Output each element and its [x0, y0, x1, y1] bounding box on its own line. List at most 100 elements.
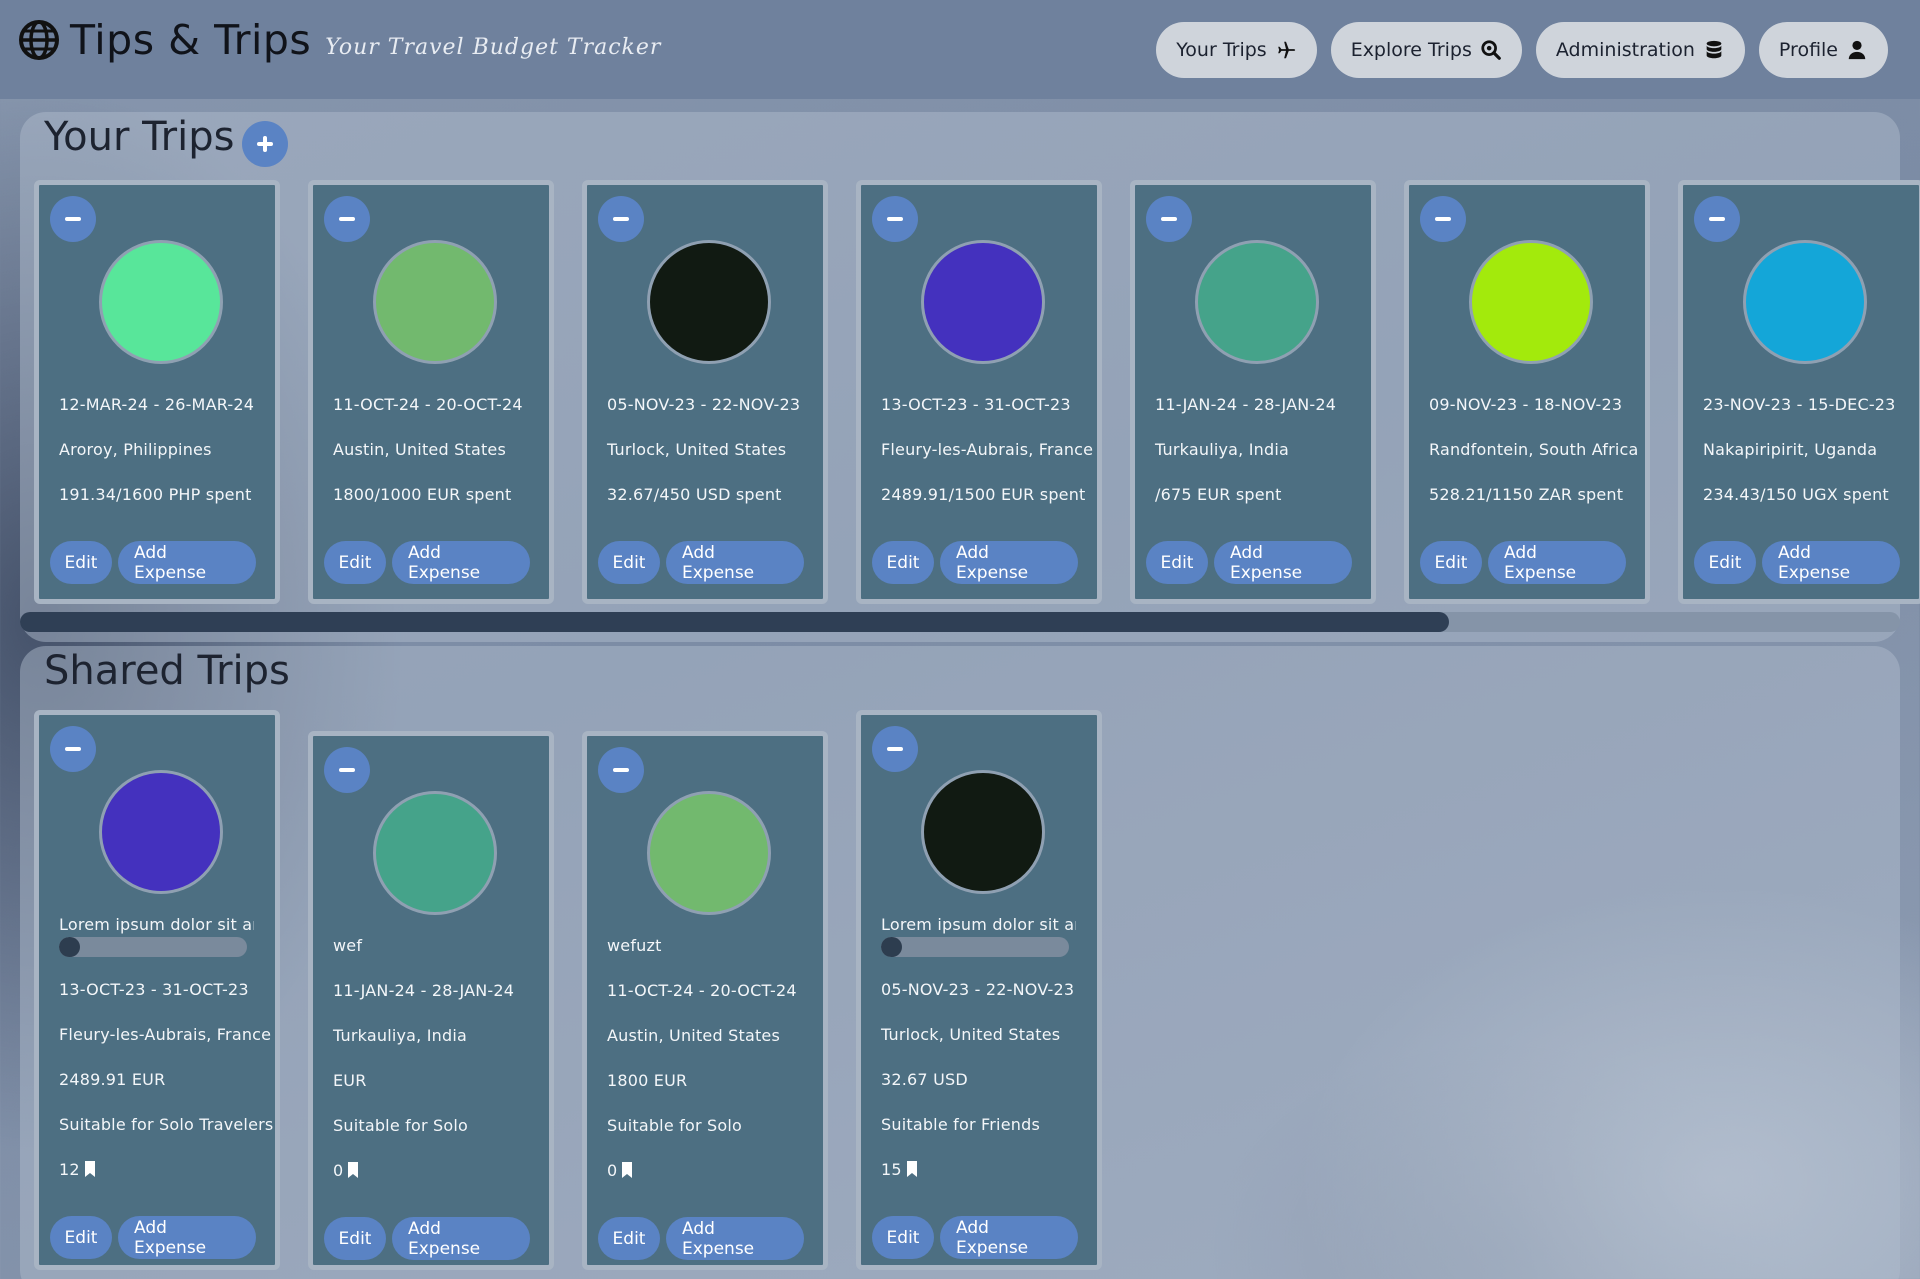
card-actions: Edit Add Expense	[1146, 541, 1352, 584]
your-trips-title: Your Trips	[44, 114, 235, 160]
nav-profile-button[interactable]: Profile	[1758, 22, 1888, 78]
add-expense-button[interactable]: Add Expense	[118, 1216, 256, 1259]
edit-trip-button[interactable]: Edit	[324, 1217, 386, 1260]
trip-dates: 13-OCT-23 - 31-OCT-23	[59, 980, 249, 999]
budget-progress-bar	[881, 937, 1069, 957]
remove-trip-button[interactable]	[1420, 196, 1466, 242]
nav-explore-trips-button[interactable]: Explore Trips	[1330, 22, 1522, 78]
add-expense-button[interactable]: Add Expense	[392, 541, 530, 584]
minus-icon	[1435, 217, 1451, 221]
trip-description: wef	[333, 936, 363, 955]
minus-icon	[1161, 217, 1177, 221]
trip-card: 13-OCT-23 - 31-OCT-23 Fleury-les-Aubrais,…	[856, 180, 1102, 604]
edit-trip-button[interactable]: Edit	[50, 541, 112, 584]
trip-suitability: Suitable for Solo	[607, 1116, 743, 1135]
add-expense-button[interactable]: Add Expense	[1488, 541, 1626, 584]
card-actions: Edit Add Expense	[598, 541, 804, 584]
add-expense-button[interactable]: Add Expense	[392, 1217, 530, 1260]
trip-color-swatch	[99, 770, 223, 894]
trip-location: Austin, United States	[333, 440, 506, 459]
trip-spent: 1800/1000 EUR spent	[333, 485, 512, 504]
card-actions: Edit Add Expense	[598, 1217, 804, 1260]
nav-your-trips-button[interactable]: Your Trips	[1156, 22, 1317, 78]
add-expense-button[interactable]: Add Expense	[1762, 541, 1900, 584]
bookmark-icon[interactable]	[84, 1161, 96, 1177]
minus-icon	[613, 217, 629, 221]
add-expense-button[interactable]: Add Expense	[940, 1216, 1078, 1259]
card-actions: Edit Add Expense	[50, 541, 256, 584]
trip-color-swatch	[921, 770, 1045, 894]
plane-icon	[1277, 41, 1295, 59]
edit-trip-button[interactable]: Edit	[872, 1216, 934, 1259]
nav-profile-label: Profile	[1778, 39, 1838, 61]
card-actions: Edit Add Expense	[324, 541, 530, 584]
nav-administration-button[interactable]: Administration	[1535, 22, 1745, 78]
nav-explore-trips-label: Explore Trips	[1350, 39, 1472, 61]
trip-card: 12-MAR-24 - 26-MAR-24 Aroroy, Philippines…	[34, 180, 280, 604]
edit-trip-button[interactable]: Edit	[598, 1217, 660, 1260]
shared-trip-card: Lorem ipsum dolor sit amet 05-NOV-23 - 22…	[856, 710, 1102, 1270]
remove-trip-button[interactable]	[598, 196, 644, 242]
add-trip-button[interactable]	[242, 121, 288, 167]
bookmark-icon[interactable]	[906, 1161, 918, 1177]
trip-color-swatch	[1195, 240, 1319, 364]
nav-administration-label: Administration	[1555, 39, 1695, 61]
trip-card: 11-JAN-24 - 28-JAN-24 Turkauliya, India/6…	[1130, 180, 1376, 604]
remove-trip-button[interactable]	[324, 747, 370, 793]
trip-spent: 2489.91/1500 EUR spent	[881, 485, 1086, 504]
trip-dates: 11-OCT-24 - 20-OCT-24	[333, 395, 523, 414]
bookmark-count-value: 15	[881, 1160, 902, 1179]
remove-trip-button[interactable]	[324, 196, 370, 242]
add-expense-button[interactable]: Add Expense	[940, 541, 1078, 584]
trip-card: 23-NOV-23 - 15-DEC-23 Nakapiripirit, Ugan…	[1678, 180, 1920, 604]
search-icon	[1481, 40, 1501, 60]
trip-dates: 05-NOV-23 - 22-NOV-23	[607, 395, 801, 414]
trip-dates: 11-OCT-24 - 20-OCT-24	[607, 981, 797, 1000]
trip-suitability: Suitable for Friends	[881, 1115, 1040, 1134]
edit-trip-button[interactable]: Edit	[324, 541, 386, 584]
edit-trip-button[interactable]: Edit	[1420, 541, 1482, 584]
trip-color-swatch	[1743, 240, 1867, 364]
add-expense-button[interactable]: Add Expense	[666, 1217, 804, 1260]
trip-amount: 32.67 USD	[881, 1070, 968, 1089]
add-expense-button[interactable]: Add Expense	[666, 541, 804, 584]
card-actions: Edit Add Expense	[872, 541, 1078, 584]
remove-trip-button[interactable]	[598, 747, 644, 793]
budget-progress-bar	[59, 937, 247, 957]
add-expense-button[interactable]: Add Expense	[118, 541, 256, 584]
your-trips-scrollbar[interactable]	[20, 612, 1900, 632]
remove-trip-button[interactable]	[872, 726, 918, 772]
remove-trip-button[interactable]	[1694, 196, 1740, 242]
remove-trip-button[interactable]	[50, 196, 96, 242]
bookmark-icon[interactable]	[347, 1162, 359, 1178]
edit-trip-button[interactable]: Edit	[598, 541, 660, 584]
budget-progress-fill	[59, 937, 80, 957]
edit-trip-button[interactable]: Edit	[872, 541, 934, 584]
edit-trip-button[interactable]: Edit	[1146, 541, 1208, 584]
shared-trip-card: wef 11-JAN-24 - 28-JAN-24 Turkauliya, Indi…	[308, 731, 554, 1270]
brand[interactable]: Tips & Trips Your Travel Budget Tracker	[18, 16, 661, 64]
budget-progress-fill	[881, 937, 902, 957]
trip-card: 11-OCT-24 - 20-OCT-24 Austin, United Stat…	[308, 180, 554, 604]
trip-location: Austin, United States	[607, 1026, 780, 1045]
card-actions: Edit Add Expense	[1420, 541, 1626, 584]
trip-dates: 11-JAN-24 - 28-JAN-24	[333, 981, 515, 1000]
add-expense-button[interactable]: Add Expense	[1214, 541, 1352, 584]
edit-trip-button[interactable]: Edit	[50, 1216, 112, 1259]
shared-trip-card: Lorem ipsum dolor sit amet 13-OCT-23 - 31…	[34, 710, 280, 1270]
remove-trip-button[interactable]	[872, 196, 918, 242]
trip-color-swatch	[373, 240, 497, 364]
bookmark-icon[interactable]	[621, 1162, 633, 1178]
trip-location: Turkauliya, India	[333, 1026, 467, 1045]
trip-spent: 32.67/450 USD spent	[607, 485, 782, 504]
trip-spent: 191.34/1600 PHP spent	[59, 485, 252, 504]
scrollbar-thumb[interactable]	[20, 612, 1449, 632]
remove-trip-button[interactable]	[50, 726, 96, 772]
edit-trip-button[interactable]: Edit	[1694, 541, 1756, 584]
remove-trip-button[interactable]	[1146, 196, 1192, 242]
your-trips-list: 12-MAR-24 - 26-MAR-24 Aroroy, Philippines…	[34, 180, 1920, 604]
trip-description: wefuzt	[607, 936, 662, 955]
trip-location: Turlock, United States	[881, 1025, 1061, 1044]
minus-icon	[887, 747, 903, 751]
minus-icon	[339, 768, 355, 772]
